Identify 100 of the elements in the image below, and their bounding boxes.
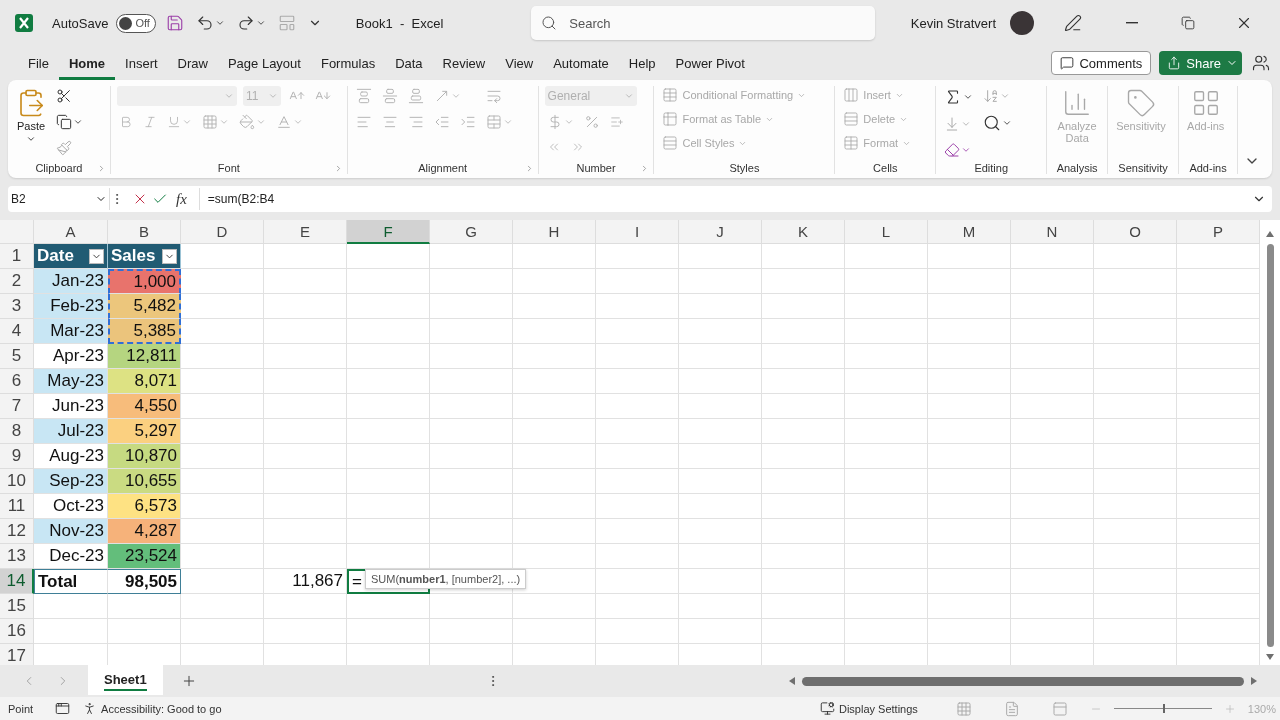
group-label: Editing (974, 162, 1009, 174)
insert-function-button[interactable]: fx (176, 190, 187, 208)
column-header[interactable]: B (108, 220, 181, 244)
row-header[interactable]: 4 (0, 319, 34, 344)
table-cell: 10,870 (108, 444, 181, 469)
row-header[interactable]: 8 (0, 419, 34, 444)
group-label: Add-ins (1189, 162, 1227, 174)
search-box[interactable]: Search (531, 6, 876, 40)
column-header[interactable]: M (928, 220, 1011, 244)
group-label: Font (217, 162, 240, 174)
column-header[interactable]: P (1177, 220, 1260, 244)
row-header[interactable]: 1 (0, 244, 34, 269)
menu-tab[interactable]: Power Pivot (665, 46, 755, 80)
autosave-label: AutoSave (52, 15, 109, 31)
menu-tab[interactable]: Page Layout (217, 46, 311, 80)
table-cell: May-23 (34, 369, 108, 394)
table-cell: 8,071 (108, 369, 181, 394)
table-cell: Sep-23 (34, 469, 108, 494)
group-label: Number (576, 162, 616, 174)
paste-button[interactable]: Paste (14, 86, 48, 146)
formula-text: = (352, 571, 362, 592)
table-cell: Jul-23 (34, 419, 108, 444)
autosave-toggle[interactable]: Off (116, 13, 156, 33)
column-header[interactable]: E (264, 220, 347, 244)
comments-button[interactable]: Comments (1051, 51, 1152, 75)
search-field[interactable]: Search (567, 14, 866, 32)
row-header[interactable]: 11 (0, 494, 34, 519)
column-header[interactable]: H (513, 220, 596, 244)
table-cell: Total (34, 569, 108, 594)
row-header[interactable]: 3 (0, 294, 34, 319)
group-label: Cells (873, 162, 898, 174)
sheet-tab[interactable]: Sheet1 (88, 665, 163, 695)
row-header[interactable]: 9 (0, 444, 34, 469)
accessibility-button[interactable]: Accessibility: Good to go (82, 701, 222, 716)
table-cell: 98,505 (108, 569, 181, 594)
row-header[interactable]: 17 (0, 644, 34, 665)
group-label: Clipboard (35, 162, 83, 174)
menu-tab[interactable]: Insert (115, 46, 168, 80)
menu-tab[interactable]: Formulas (310, 46, 386, 80)
row-header[interactable]: 2 (0, 269, 34, 294)
window-title: Book1 - Excel (355, 15, 444, 31)
menu-tab[interactable]: Draw (167, 46, 218, 80)
table-cell: Feb-23 (34, 294, 108, 319)
menu-tab[interactable]: File (18, 46, 59, 80)
function-tooltip: SUM(number1, [number2], ...) (365, 569, 527, 589)
column-header[interactable]: A (34, 220, 108, 244)
row-header[interactable]: 14 (0, 569, 34, 594)
formula-input[interactable]: =sum(B2:B4 (198, 188, 1250, 210)
row-header[interactable]: 16 (0, 619, 34, 644)
table-cell: Mar-23 (34, 319, 108, 344)
table-cell: Jan-23 (34, 269, 108, 294)
row-header[interactable]: 7 (0, 394, 34, 419)
table-cell: 6,573 (108, 494, 181, 519)
column-header[interactable]: L (845, 220, 928, 244)
row-header[interactable]: 10 (0, 469, 34, 494)
share-button[interactable]: Share (1159, 51, 1242, 75)
table-cell: 4,287 (108, 519, 181, 544)
table-cell: 4,550 (108, 394, 181, 419)
table-cell: Apr-23 (34, 344, 108, 369)
row-header[interactable]: 6 (0, 369, 34, 394)
table-cell: Oct-23 (34, 494, 108, 519)
menu-tab[interactable]: Help (618, 46, 666, 80)
display-settings-button[interactable]: Display Settings (820, 701, 918, 716)
column-header[interactable]: O (1094, 220, 1177, 244)
user-name: Kevin Stratvert (910, 15, 996, 31)
table-cell: 23,524 (108, 544, 181, 569)
table-cell: 5,385 (108, 319, 181, 344)
row-header[interactable]: 15 (0, 594, 34, 619)
table-cell: 5,297 (108, 419, 181, 444)
table-cell: 5,482 (108, 294, 181, 319)
menu-tab[interactable]: Review (432, 46, 496, 80)
column-header[interactable]: F (347, 220, 430, 244)
column-header[interactable]: D (181, 220, 264, 244)
mode-indicator: Point (8, 702, 34, 715)
column-header[interactable]: I (596, 220, 679, 244)
table-cell: Nov-23 (34, 519, 108, 544)
group-label: Alignment (418, 162, 468, 174)
menu-tab[interactable]: Automate (543, 46, 619, 80)
group-label: Styles (729, 162, 760, 174)
table-cell: Aug-23 (34, 444, 108, 469)
column-header[interactable]: G (430, 220, 513, 244)
row-header[interactable]: 13 (0, 544, 34, 569)
row-header[interactable]: 5 (0, 344, 34, 369)
table-cell: 11,867 (264, 569, 347, 594)
table-cell: 1,000 (108, 269, 181, 294)
group-label: Sensitivity (1118, 162, 1168, 174)
group-label: Analysis (1056, 162, 1098, 174)
column-header[interactable]: K (762, 220, 845, 244)
table-cell: Dec-23 (34, 544, 108, 569)
column-header[interactable]: J (679, 220, 762, 244)
name-box[interactable]: B2 (8, 188, 110, 210)
column-title: Sales (111, 246, 156, 266)
menu-tab[interactable]: View (495, 46, 544, 80)
row-header[interactable]: 12 (0, 519, 34, 544)
column-title: Date (37, 246, 74, 266)
menu-tab[interactable]: Data (385, 46, 433, 80)
table-cell: 12,811 (108, 344, 181, 369)
column-header[interactable]: N (1011, 220, 1094, 244)
table-cell: 10,655 (108, 469, 181, 494)
table-cell: Jun-23 (34, 394, 108, 419)
